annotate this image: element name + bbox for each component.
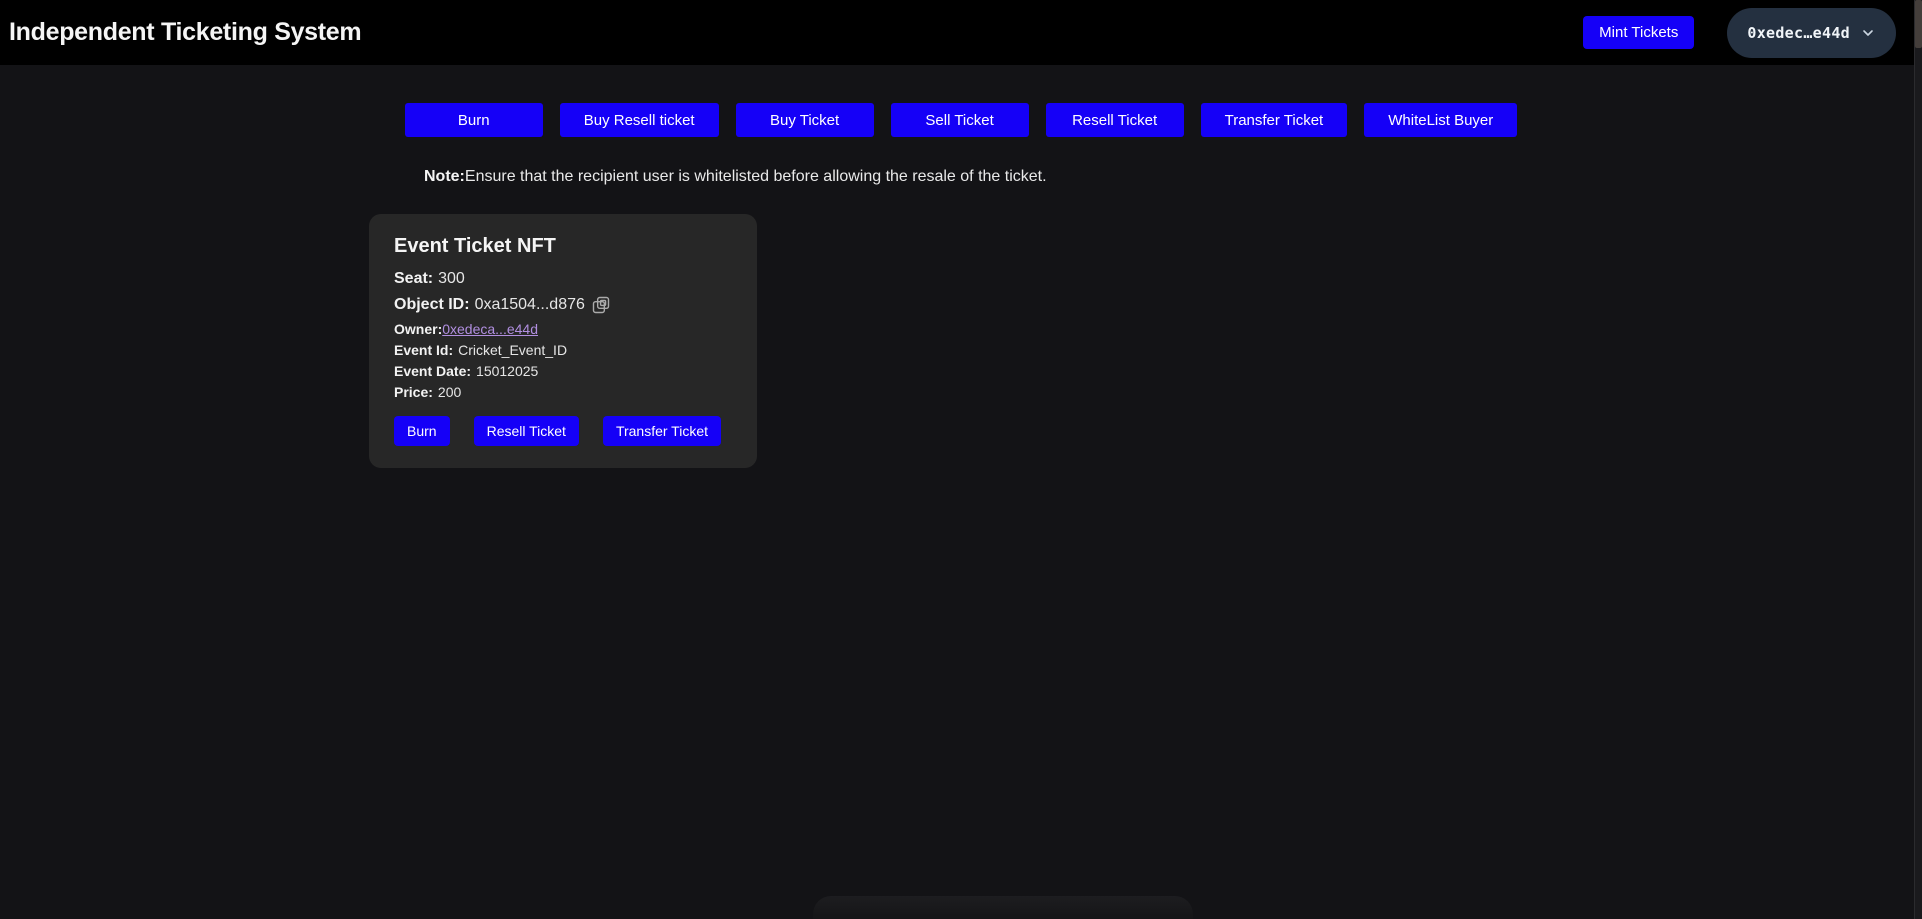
seat-row: Seat: 300: [394, 267, 733, 290]
event-id-value: Cricket_Event_ID: [458, 342, 568, 358]
price-value: 200: [437, 384, 462, 400]
wallet-address: 0xedec…e44d: [1747, 23, 1850, 42]
scrollbar-thumb[interactable]: [1915, 0, 1922, 48]
resell-ticket-button[interactable]: Resell Ticket: [1045, 103, 1184, 137]
price-row: Price: 200: [394, 383, 733, 402]
copy-icon: [591, 295, 611, 315]
wallet-menu-button[interactable]: 0xedec…e44d: [1727, 7, 1896, 58]
seat-value: 300: [438, 270, 465, 287]
bottom-dock-hint: [813, 896, 1193, 919]
object-id-value: 0xa1504...d876: [474, 296, 585, 313]
card-resell-ticket-button[interactable]: Resell Ticket: [473, 416, 579, 446]
copy-object-id-button[interactable]: [591, 295, 611, 315]
card-title: Event Ticket NFT: [394, 235, 556, 257]
event-id-label: Event Id:: [394, 342, 454, 358]
owner-label: Owner:: [394, 321, 443, 337]
app-header: Independent Ticketing System Mint Ticket…: [0, 0, 1922, 65]
owner-row: Owner:0xedeca...e44d: [394, 320, 733, 339]
sell-ticket-button[interactable]: Sell Ticket: [890, 103, 1029, 137]
ticket-actions-row: Burn Buy Resell ticket Buy Ticket Sell T…: [0, 103, 1922, 137]
buy-resell-ticket-button[interactable]: Buy Resell ticket: [559, 103, 719, 137]
card-burn-button[interactable]: Burn: [394, 416, 450, 446]
note-text: Ensure that the recipient user is whitel…: [464, 168, 1047, 185]
event-ticket-card: Event Ticket NFT Seat: 300 Object ID: 0xa1…: [369, 214, 757, 468]
whitelist-note: Note:Ensure that the recipient user is w…: [424, 167, 1922, 186]
buy-ticket-button[interactable]: Buy Ticket: [735, 103, 874, 137]
event-date-row: Event Date: 15012025: [394, 362, 733, 381]
header-actions: Mint Tickets 0xedec…e44d: [1583, 7, 1896, 58]
price-label: Price:: [394, 384, 433, 400]
vertical-scrollbar[interactable]: [1914, 0, 1922, 919]
event-date-value: 15012025: [476, 363, 539, 379]
event-id-row: Event Id: Cricket_Event_ID: [394, 341, 733, 360]
seat-label: Seat:: [394, 270, 434, 287]
burn-button[interactable]: Burn: [404, 103, 543, 137]
transfer-ticket-button[interactable]: Transfer Ticket: [1200, 103, 1348, 137]
app-title: Independent Ticketing System: [9, 18, 362, 46]
note-label: Note:: [424, 168, 465, 185]
mint-tickets-button[interactable]: Mint Tickets: [1583, 16, 1695, 49]
event-date-label: Event Date:: [394, 363, 472, 379]
card-transfer-ticket-button[interactable]: Transfer Ticket: [602, 416, 721, 446]
object-id-label: Object ID:: [394, 296, 470, 313]
object-id-row: Object ID: 0xa1504...d876: [394, 293, 733, 316]
owner-address-link[interactable]: 0xedeca...e44d: [442, 321, 538, 337]
whitelist-buyer-button[interactable]: WhiteList Buyer: [1364, 103, 1518, 137]
chevron-down-icon: [1860, 25, 1876, 41]
card-actions-row: Burn Resell Ticket Transfer Ticket: [394, 416, 733, 446]
